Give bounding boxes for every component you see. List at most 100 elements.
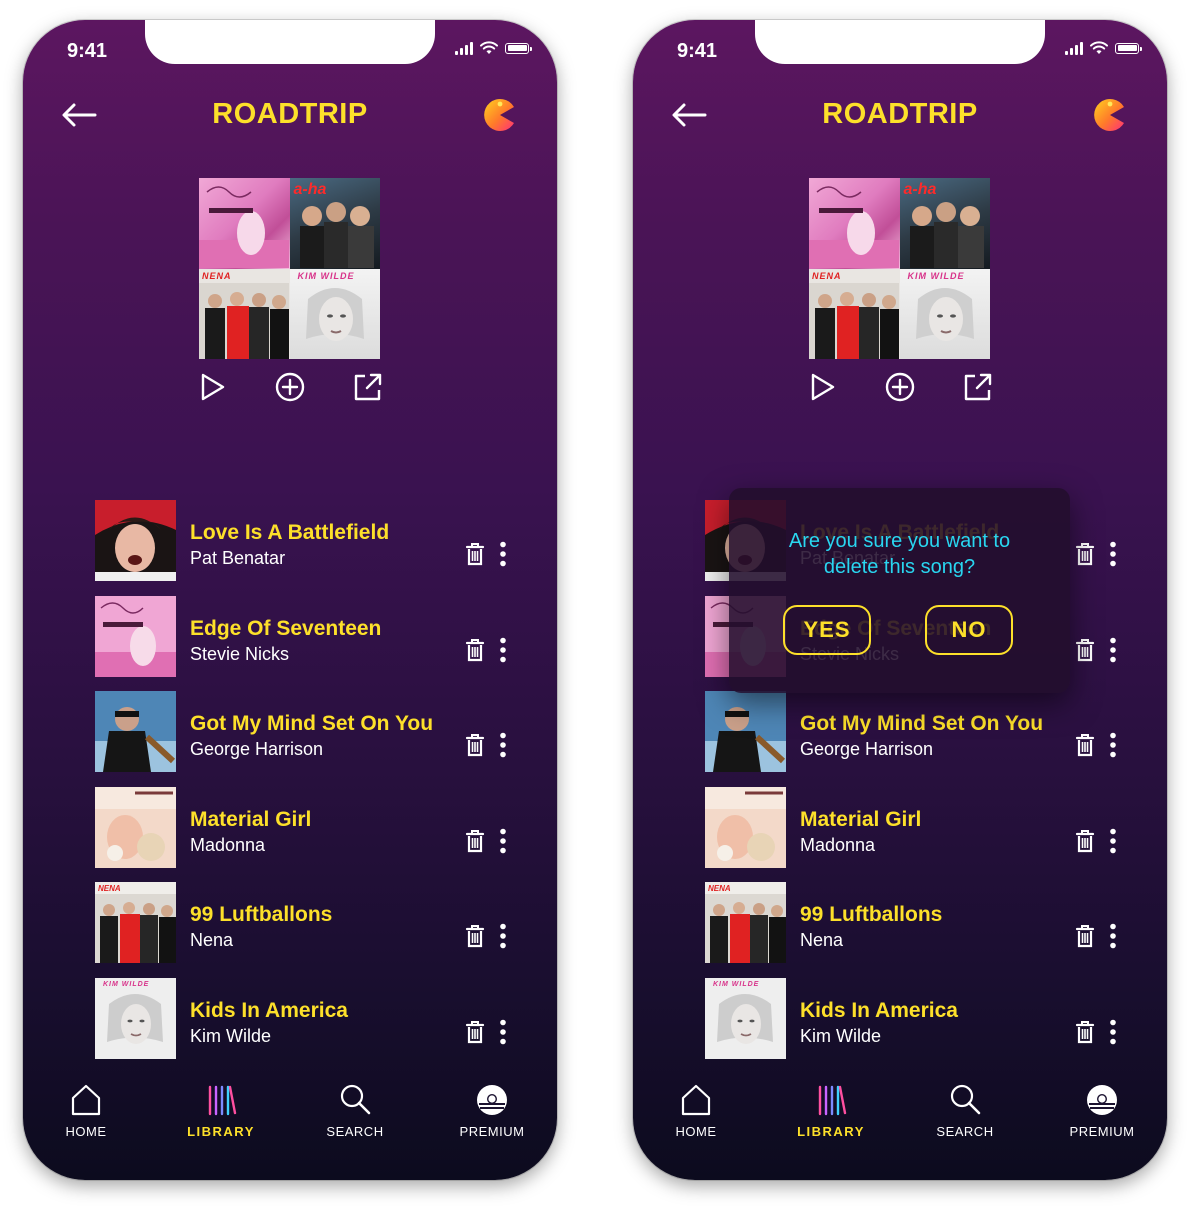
tab-home[interactable]: HOME xyxy=(641,1082,751,1139)
trash-icon[interactable] xyxy=(465,1020,485,1044)
song-row[interactable]: Got My Mind Set On You George Harrison xyxy=(705,691,1125,772)
song-row[interactable]: Love Is A Battlefield Pat Benatar xyxy=(95,500,515,581)
trash-icon[interactable] xyxy=(1075,638,1095,662)
tab-premium[interactable]: PREMIUM xyxy=(1047,1082,1157,1139)
song-row[interactable]: Edge Of Seventeen Stevie Nicks xyxy=(95,595,515,677)
song-artist: George Harrison xyxy=(800,739,934,759)
song-row[interactable]: KIM WILDE Kids In America Kim Wilde xyxy=(95,977,515,1059)
status-time: 9:41 xyxy=(67,40,108,62)
home-icon xyxy=(681,1084,711,1116)
cover-label-a-ha: a-ha xyxy=(903,181,937,198)
trash-icon[interactable] xyxy=(1075,542,1095,566)
song-artist: Nena xyxy=(190,930,234,950)
cover-label-kim-wilde: KIM WILDE xyxy=(907,270,965,281)
status-icons xyxy=(455,41,532,55)
song-artist: Kim Wilde xyxy=(800,1025,882,1046)
song-title: Material Girl xyxy=(190,807,312,831)
more-options-icon[interactable] xyxy=(499,637,507,663)
more-options-icon[interactable] xyxy=(499,1019,507,1045)
battery-icon xyxy=(505,42,532,54)
song-title: Edge Of Seventeen xyxy=(190,616,382,640)
tab-premium[interactable]: PREMIUM xyxy=(437,1082,547,1139)
wifi-icon xyxy=(480,41,498,54)
svg-text:KIM WILDE: KIM WILDE xyxy=(713,981,759,988)
more-options-icon[interactable] xyxy=(499,732,507,758)
song-title: Kids In America xyxy=(800,998,958,1022)
song-row[interactable]: NENA 99 Luftballons Nena xyxy=(95,882,515,963)
no-button[interactable]: NO xyxy=(925,605,1013,655)
song-title: Kids In America xyxy=(190,998,348,1022)
song-artist: Kim Wilde xyxy=(190,1025,272,1046)
tab-home[interactable]: HOME xyxy=(31,1082,141,1139)
song-title: 99 Luftballons xyxy=(190,903,333,926)
song-title: 99 Luftballons xyxy=(800,903,943,926)
playlist-cover: a-ha NENA KIM WILDE xyxy=(199,178,380,359)
more-options-icon[interactable] xyxy=(1109,637,1117,663)
trash-icon[interactable] xyxy=(1075,829,1095,853)
song-artist: Madonna xyxy=(800,834,876,855)
song-row[interactable]: Got My Mind Set On You George Harrison xyxy=(95,691,515,772)
song-row[interactable]: NENA 99 Luftballons Nena xyxy=(705,882,1125,963)
search-icon xyxy=(950,1084,981,1115)
trash-icon[interactable] xyxy=(465,733,485,757)
trash-icon[interactable] xyxy=(465,924,485,948)
more-options-icon[interactable] xyxy=(1109,828,1117,854)
cover-tile-a-ha: a-ha xyxy=(289,178,380,269)
cover-tile-stevie-nicks xyxy=(199,178,290,269)
song-artist: Nena xyxy=(800,930,844,950)
add-circle-icon[interactable] xyxy=(883,370,917,404)
trash-icon[interactable] xyxy=(1075,1020,1095,1044)
more-options-icon[interactable] xyxy=(499,923,507,949)
svg-text:NENA: NENA xyxy=(98,884,121,893)
more-options-icon[interactable] xyxy=(1109,923,1117,949)
trash-icon[interactable] xyxy=(1075,733,1095,757)
signal-icon xyxy=(1065,41,1083,55)
dialog-message-line-2: delete this song? xyxy=(823,556,976,578)
svg-text:KIM WILDE: KIM WILDE xyxy=(103,981,149,988)
delete-confirm-dialog: Are you sure you want to delete this song… xyxy=(729,488,1070,693)
tab-search-label: SEARCH xyxy=(326,1124,384,1139)
phone-screen-playlist: 9:41 ROADTRIP a-ha NENA KIM WILDE Love I… xyxy=(23,20,557,1180)
trash-icon[interactable] xyxy=(465,638,485,662)
playlist-cover: a-ha NENA KIM WILDE xyxy=(809,178,990,359)
tab-search-label: SEARCH xyxy=(936,1124,994,1139)
song-artist: Stevie Nicks xyxy=(190,643,290,664)
yes-button[interactable]: YES xyxy=(783,605,871,655)
song-artwork xyxy=(705,691,786,772)
dialog-message-line-1: Are you sure you want to xyxy=(788,530,1011,552)
share-icon[interactable] xyxy=(961,370,995,404)
song-row[interactable]: Material Girl Madonna xyxy=(95,786,515,868)
dialog-message: Are you sure you want to delete this song… xyxy=(749,528,1050,580)
play-icon[interactable] xyxy=(195,370,229,404)
trash-icon[interactable] xyxy=(1075,924,1095,948)
phone-screen-delete-confirm: 9:41 ROADTRIP a-ha NENA KIM WILDE Got My… xyxy=(633,20,1167,1180)
more-options-icon[interactable] xyxy=(499,541,507,567)
song-artist: George Harrison xyxy=(190,739,324,759)
tab-bar: HOME LIBRARY SEARCH PREMIUM xyxy=(633,1082,1167,1162)
song-row[interactable]: Material Girl Madonna xyxy=(705,786,1125,868)
tab-search[interactable]: SEARCH xyxy=(910,1082,1020,1139)
signal-icon xyxy=(455,41,473,55)
more-options-icon[interactable] xyxy=(1109,541,1117,567)
tab-library-label: LIBRARY xyxy=(797,1124,865,1139)
cover-tile-a-ha: a-ha xyxy=(899,178,990,269)
trash-icon[interactable] xyxy=(465,542,485,566)
more-options-icon[interactable] xyxy=(1109,732,1117,758)
play-icon[interactable] xyxy=(805,370,839,404)
share-icon[interactable] xyxy=(351,370,385,404)
tab-library[interactable]: LIBRARY xyxy=(166,1082,276,1139)
tab-library[interactable]: LIBRARY xyxy=(776,1082,886,1139)
more-options-icon[interactable] xyxy=(499,828,507,854)
add-circle-icon[interactable] xyxy=(273,370,307,404)
app-logo-icon[interactable] xyxy=(1093,98,1127,132)
tab-search[interactable]: SEARCH xyxy=(300,1082,410,1139)
trash-icon[interactable] xyxy=(465,829,485,853)
playlist-actions xyxy=(805,370,995,404)
more-options-icon[interactable] xyxy=(1109,1019,1117,1045)
notch xyxy=(145,20,435,64)
playlist-actions xyxy=(195,370,385,404)
song-row[interactable]: KIM WILDE Kids In America Kim Wilde xyxy=(705,977,1125,1059)
cover-label-a-ha: a-ha xyxy=(293,181,327,198)
app-logo-icon[interactable] xyxy=(483,98,517,132)
tab-home-label: HOME xyxy=(65,1124,107,1139)
